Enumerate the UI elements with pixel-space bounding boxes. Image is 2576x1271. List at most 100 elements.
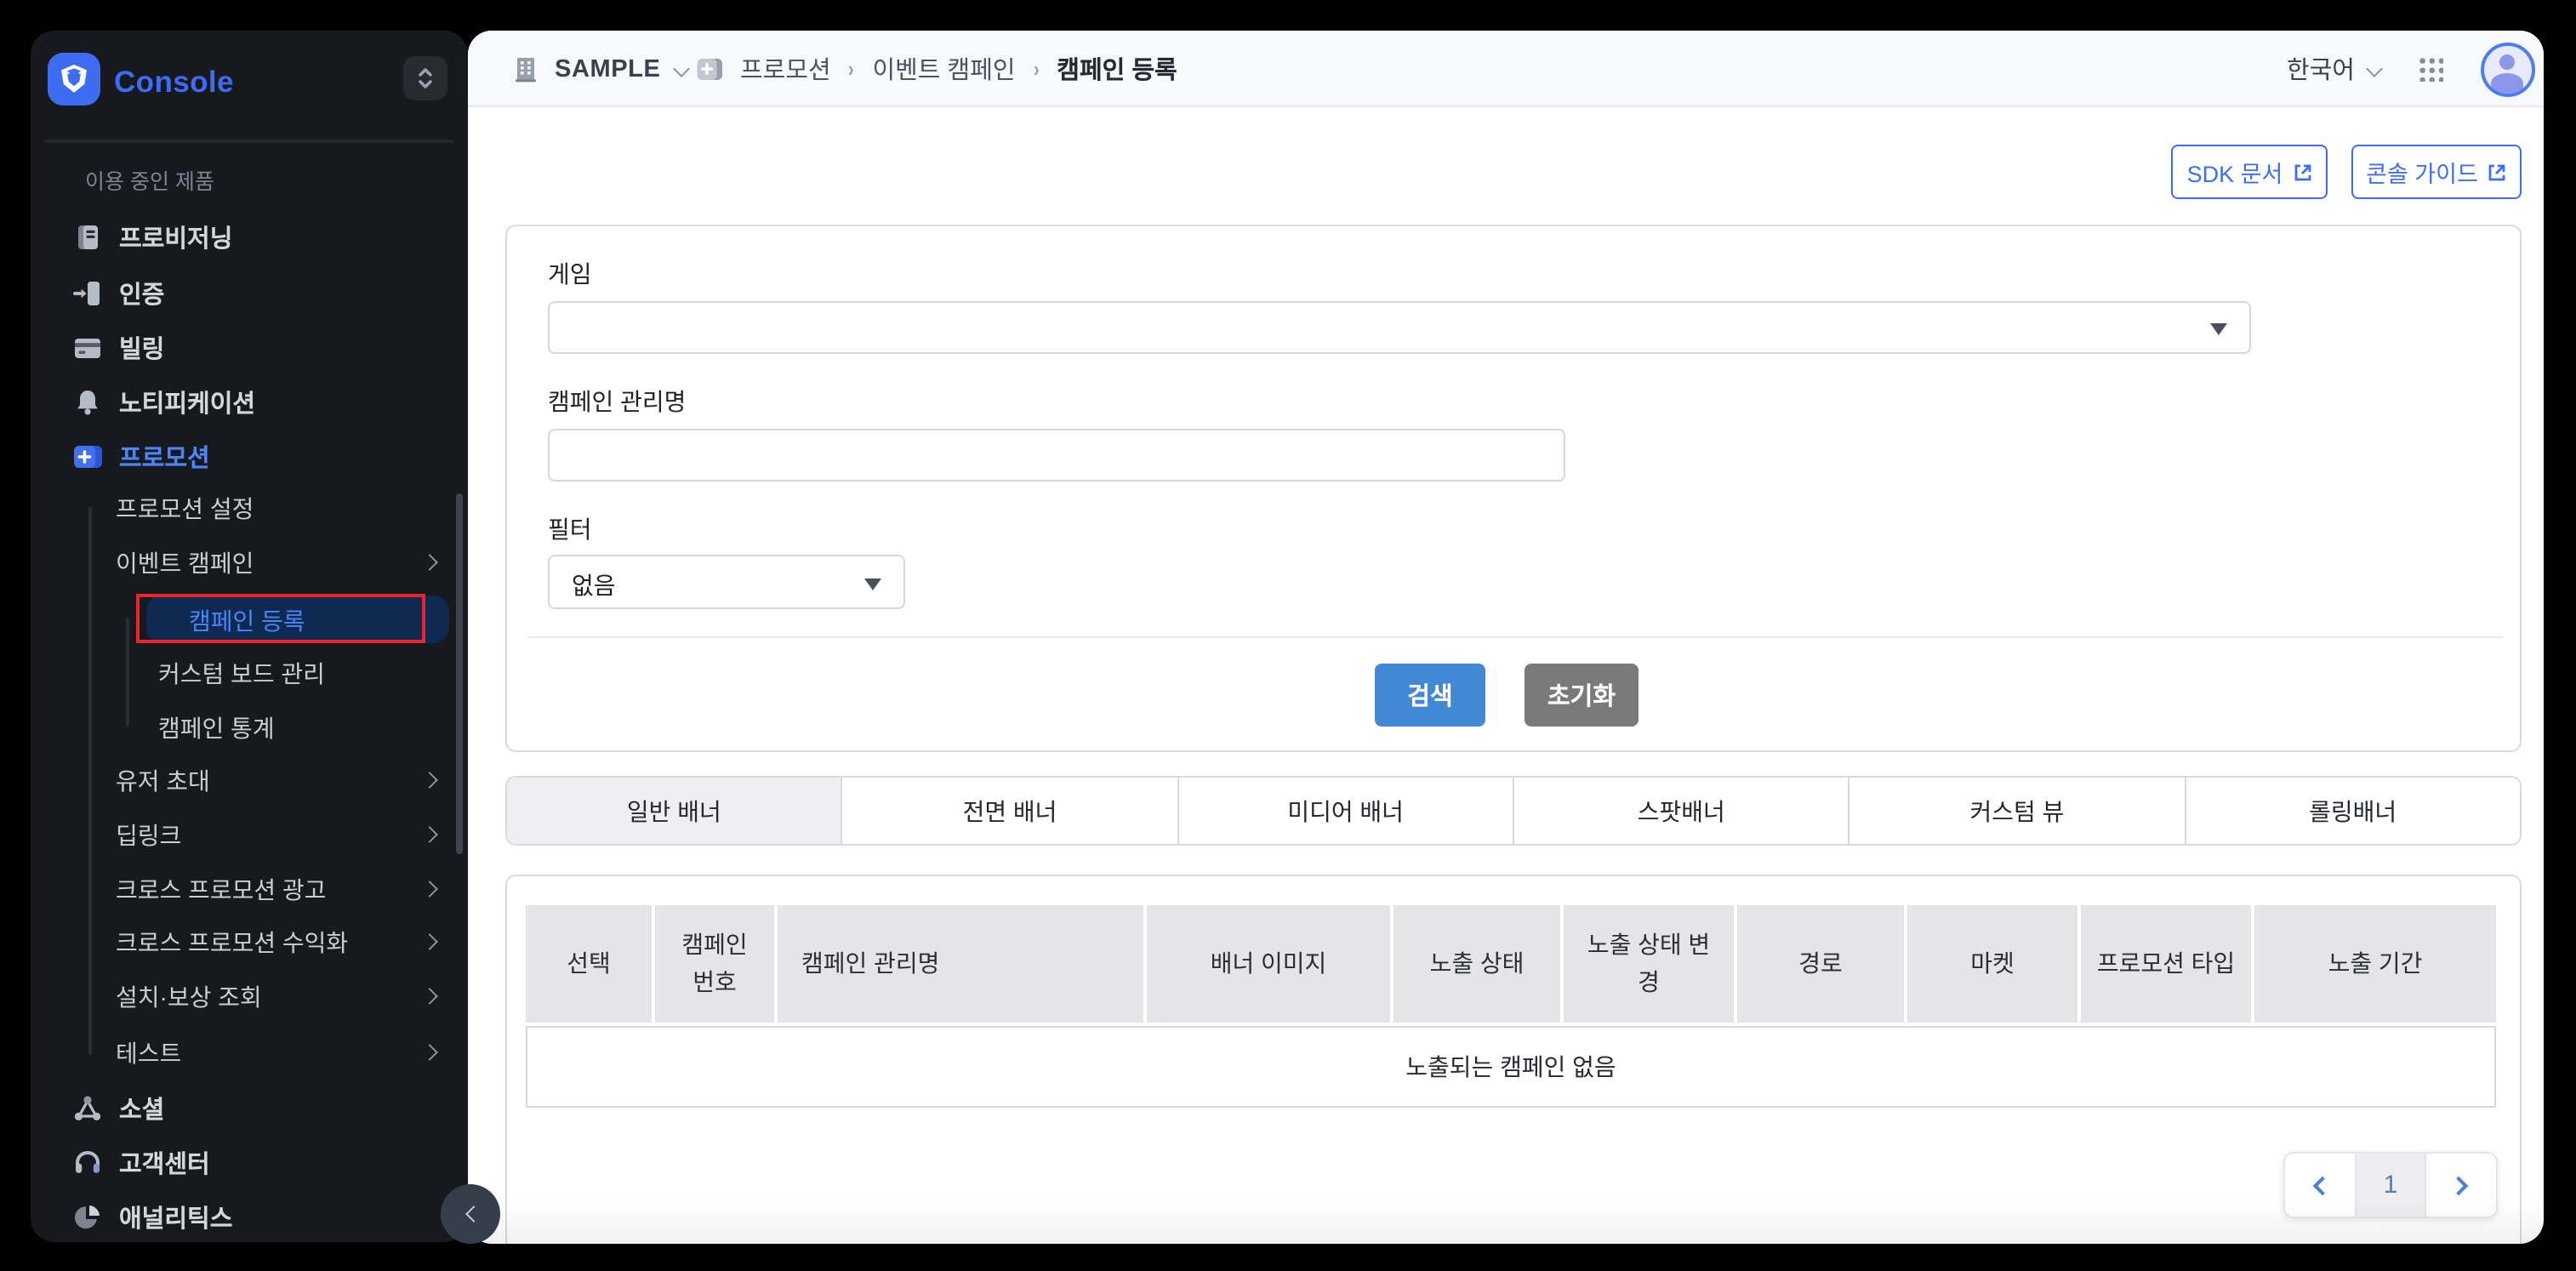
col-select: 선택 [526, 905, 652, 1023]
project-selector[interactable]: SAMPLE [512, 31, 687, 107]
sidebar-item-custom-board[interactable]: 커스텀 보드 관리 [31, 650, 468, 698]
submenu-label: 딥링크 [116, 818, 181, 852]
sidebar-item-label: 애널리틱스 [119, 1199, 232, 1234]
search-button[interactable]: 검색 [1375, 664, 1485, 727]
col-campaign-number: 캠페인 번호 [652, 905, 774, 1023]
col-display-period: 노출 기간 [2251, 905, 2496, 1023]
submenu-label: 크로스 프로모션 수익화 [116, 926, 348, 960]
pagination: 1 [2283, 1152, 2498, 1218]
sidebar-item-label: 고객센터 [119, 1144, 210, 1180]
submenu-label: 크로스 프로모션 광고 [116, 873, 326, 907]
breadcrumb: 프로모션 › 이벤트 캠페인 › 캠페인 등록 [696, 31, 1177, 107]
sidebar-scrollbar[interactable] [456, 493, 463, 854]
col-status-change: 노출 상태 변경 [1560, 905, 1734, 1023]
chevron-right-icon [421, 933, 438, 950]
col-promotion-type: 프로모션 타입 [2077, 905, 2251, 1023]
caret-down-icon [2210, 323, 2227, 335]
campaign-name-input[interactable] [548, 429, 1565, 482]
chevron-right-icon [421, 826, 438, 843]
form-divider [527, 636, 2503, 638]
sidebar-item-cross-promo-ads[interactable]: 크로스 프로모션 광고 [31, 866, 468, 914]
external-link-icon [2293, 162, 2311, 181]
next-page-button[interactable] [2427, 1154, 2496, 1217]
sidebar-item-promotion-settings[interactable]: 프로모션 설정 [31, 485, 468, 533]
project-name: SAMPLE [555, 55, 660, 83]
sidebar-item-label: 프로모션 [119, 438, 210, 474]
filter-label: 필터 [548, 512, 592, 546]
sidebar-logo-row: Console [31, 31, 468, 136]
tab-spot-banner[interactable]: 스팟배너 [1513, 778, 1849, 844]
tab-general-banner[interactable]: 일반 배너 [507, 778, 841, 844]
headset-icon [73, 1148, 102, 1177]
sidebar-collapse-button[interactable] [441, 1184, 500, 1244]
sidebar-item-campaign-stats[interactable]: 캠페인 통계 [31, 704, 468, 752]
language-selector[interactable]: 한국어 [2287, 51, 2380, 87]
breadcrumb-item[interactable]: 이벤트 캠페인 [872, 51, 1015, 87]
language-label: 한국어 [2287, 51, 2355, 87]
breadcrumb-separator: › [849, 56, 855, 82]
user-avatar[interactable] [2481, 42, 2535, 96]
breadcrumb-current: 캠페인 등록 [1057, 51, 1177, 87]
chevron-right-icon [421, 554, 438, 571]
game-select[interactable] [548, 301, 2251, 354]
sdk-doc-label: SDK 문서 [2187, 155, 2283, 189]
console-logo-text: Console [114, 65, 234, 100]
chevron-down-icon [674, 60, 691, 77]
sidebar-item-analytics[interactable]: 애널리틱스 [31, 1189, 468, 1242]
external-link-icon [2488, 162, 2507, 181]
sidebar-item-notification[interactable]: 노티피케이션 [31, 374, 468, 429]
sdk-doc-button[interactable]: SDK 문서 [2171, 145, 2328, 199]
sidebar-item-user-invite[interactable]: 유저 초대 [31, 757, 468, 805]
sidebar-item-event-campaign[interactable]: 이벤트 캠페인 [31, 539, 468, 587]
chevron-right-icon [421, 1044, 438, 1061]
sidebar-item-label: 빌링 [119, 329, 164, 365]
submenu-label: 캠페인 통계 [158, 711, 275, 745]
chevron-right-icon [421, 881, 438, 898]
sidebar-item-install-reward[interactable]: 설치·보상 조회 [31, 973, 468, 1021]
provisioning-icon [73, 222, 102, 251]
col-banner-image: 배너 이미지 [1143, 905, 1390, 1023]
campaign-table-card: 선택 캠페인 번호 캠페인 관리명 배너 이미지 노출 상태 노출 상태 변경 … [505, 875, 2522, 1244]
sidebar-expand-collapse-button[interactable] [403, 56, 447, 100]
pie-chart-icon [73, 1202, 102, 1231]
tab-media-banner[interactable]: 미디어 배너 [1177, 778, 1513, 844]
breadcrumb-item[interactable]: 프로모션 [740, 51, 831, 87]
reset-button[interactable]: 초기화 [1525, 664, 1638, 727]
social-icon [73, 1093, 102, 1122]
sidebar-item-support[interactable]: 고객센터 [31, 1135, 468, 1189]
tab-rolling-banner[interactable]: 롤링배너 [2184, 778, 2520, 844]
campaign-name-label: 캠페인 관리명 [548, 385, 686, 419]
sidebar-item-billing[interactable]: 빌링 [31, 320, 468, 374]
game-label: 게임 [548, 257, 592, 291]
chevron-right-icon [421, 772, 438, 789]
submenu-label: 이벤트 캠페인 [116, 546, 254, 580]
sidebar-item-social[interactable]: 소셜 [31, 1080, 468, 1135]
chevron-right-icon [2449, 1176, 2469, 1195]
sidebar-item-test[interactable]: 테스트 [31, 1029, 468, 1077]
chevron-left-icon [464, 1205, 482, 1223]
sidebar-item-label: 노티피케이션 [119, 384, 255, 419]
tab-custom-view[interactable]: 커스텀 뷰 [1849, 778, 2185, 844]
filter-select[interactable]: 없음 [548, 555, 905, 609]
chevron-left-icon [2312, 1176, 2332, 1195]
caret-down-icon [864, 578, 881, 590]
console-logo-icon [48, 53, 100, 105]
submenu-label: 유저 초대 [116, 764, 210, 798]
tab-front-banner[interactable]: 전면 배너 [841, 778, 1177, 844]
sidebar-item-label: 인증 [119, 275, 164, 311]
filter-selected-value: 없음 [572, 568, 616, 602]
search-form-card: 게임 캠페인 관리명 필터 없음 검색 초기화 [505, 225, 2522, 752]
topbar: SAMPLE 프로모션 › 이벤트 캠페인 › 캠페인 등록 [468, 31, 2544, 107]
empty-table-message: 노출되는 캠페인 없음 [526, 1026, 2496, 1108]
highlight-annotation-box [136, 594, 425, 643]
sidebar-item-deeplink[interactable]: 딥링크 [31, 812, 468, 859]
prev-page-button[interactable] [2285, 1154, 2354, 1217]
sidebar-item-auth[interactable]: 인증 [31, 265, 468, 320]
sidebar-item-provisioning[interactable]: 프로비저닝 [31, 209, 468, 264]
notification-bell-icon [73, 387, 102, 416]
console-guide-button[interactable]: 콘솔 가이드 [2351, 145, 2522, 199]
apps-grid-icon[interactable] [2418, 56, 2443, 82]
sidebar-item-promotion[interactable]: 프로모션 [31, 429, 468, 483]
console-guide-label: 콘솔 가이드 [2366, 155, 2478, 189]
sidebar-item-cross-promo-monetization[interactable]: 크로스 프로모션 수익화 [31, 919, 468, 966]
